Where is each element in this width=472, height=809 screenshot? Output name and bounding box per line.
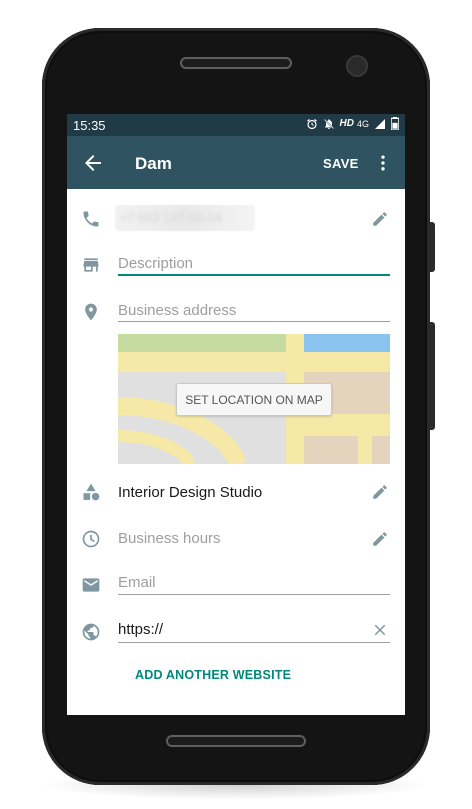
app-bar: Dam SAVE — [67, 136, 405, 189]
phone-number-obscured: +7 903 147-00-04 — [115, 205, 255, 231]
volume-button — [430, 222, 435, 272]
screen: 15:35 HD 4G Dam SAVE +7 903 147-00-04 De… — [67, 114, 405, 715]
status-time: 15:35 — [73, 118, 106, 133]
description-field[interactable]: Description — [118, 255, 193, 272]
email-icon — [82, 578, 100, 592]
website-field[interactable]: https:// — [118, 621, 163, 638]
front-camera — [346, 55, 368, 77]
status-bar: 15:35 HD 4G — [67, 114, 405, 136]
email-field[interactable]: Email — [118, 574, 156, 591]
category-shapes-icon — [83, 483, 100, 501]
globe-icon — [82, 623, 100, 641]
email-underline — [118, 594, 390, 595]
website-underline — [118, 642, 390, 643]
arrow-back-icon[interactable] — [81, 151, 105, 175]
set-location-on-map-button[interactable]: SET LOCATION ON MAP — [176, 383, 332, 416]
hd-label: HD — [339, 118, 354, 129]
description-underline — [118, 274, 390, 276]
battery-icon — [391, 117, 399, 130]
add-another-website-button[interactable]: ADD ANOTHER WEBSITE — [135, 668, 291, 682]
status-icons: HD 4G — [306, 117, 399, 130]
more-vert-icon[interactable] — [373, 151, 393, 175]
clock-icon — [82, 530, 100, 548]
pencil-icon[interactable] — [371, 483, 389, 501]
save-button[interactable]: SAVE — [323, 156, 359, 171]
earpiece-speaker — [180, 57, 292, 69]
notifications-off-icon — [323, 118, 334, 129]
location-pin-icon — [85, 303, 97, 321]
alarm-icon — [306, 118, 317, 129]
phone-icon — [83, 211, 99, 227]
network-type-label: 4G — [356, 118, 369, 129]
business-address-field[interactable]: Business address — [118, 302, 236, 319]
map-preview[interactable]: SET LOCATION ON MAP — [118, 334, 390, 464]
power-button — [430, 322, 435, 430]
close-icon[interactable] — [371, 621, 389, 639]
business-hours-field[interactable]: Business hours — [118, 530, 221, 547]
category-value: Interior Design Studio — [118, 484, 263, 501]
pencil-icon[interactable] — [371, 210, 389, 228]
pencil-icon[interactable] — [371, 530, 389, 548]
signal-icon — [375, 118, 385, 129]
address-underline — [118, 321, 390, 322]
page-title: Dam — [135, 154, 172, 173]
store-icon — [83, 258, 99, 272]
bottom-speaker — [166, 735, 306, 747]
